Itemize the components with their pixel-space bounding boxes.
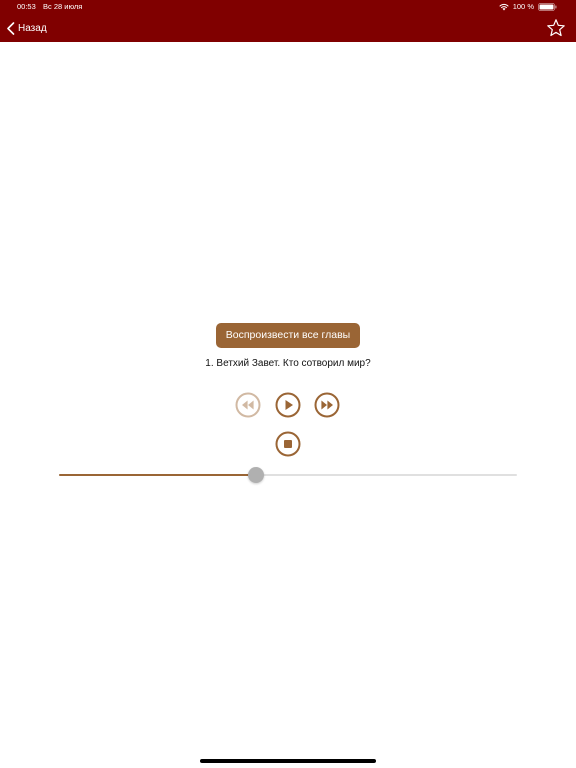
status-indicators: 100 % xyxy=(499,0,557,14)
navigation-bar: Назад xyxy=(0,14,576,42)
play-all-chapters-button[interactable]: Воспроизвести все главы xyxy=(216,323,360,348)
fast-forward-icon xyxy=(314,392,340,418)
header: 00:53 Вс 28 июля 100 % Назад xyxy=(0,0,576,42)
star-outline-icon xyxy=(547,19,565,37)
audio-player-screen: 00:53 Вс 28 июля 100 % Назад Воспроизвес… xyxy=(0,0,576,768)
battery-percentage: 100 % xyxy=(512,2,534,11)
wifi-icon xyxy=(499,3,509,11)
slider-thumb[interactable] xyxy=(247,467,264,483)
stop-button[interactable] xyxy=(275,431,301,457)
play-icon xyxy=(275,392,301,418)
play-button[interactable] xyxy=(275,392,301,418)
battery-icon xyxy=(538,3,557,11)
stop-icon xyxy=(275,431,301,457)
rewind-icon xyxy=(235,392,261,418)
fast-forward-button[interactable] xyxy=(314,392,340,418)
slider-fill xyxy=(59,474,256,476)
back-button[interactable]: Назад xyxy=(6,18,47,38)
home-indicator xyxy=(200,759,376,763)
status-bar: 00:53 Вс 28 июля 100 % xyxy=(0,0,576,14)
status-time: 00:53 xyxy=(17,2,36,11)
favorite-button[interactable] xyxy=(546,18,566,38)
chevron-left-icon xyxy=(7,21,15,35)
back-button-label: Назад xyxy=(18,22,47,34)
status-date: Вс 28 июля xyxy=(43,2,83,11)
track-title: 1. Ветхий Завет. Кто сотворил мир? xyxy=(205,358,371,369)
progress-slider[interactable] xyxy=(59,466,517,484)
rewind-button[interactable] xyxy=(235,392,261,418)
